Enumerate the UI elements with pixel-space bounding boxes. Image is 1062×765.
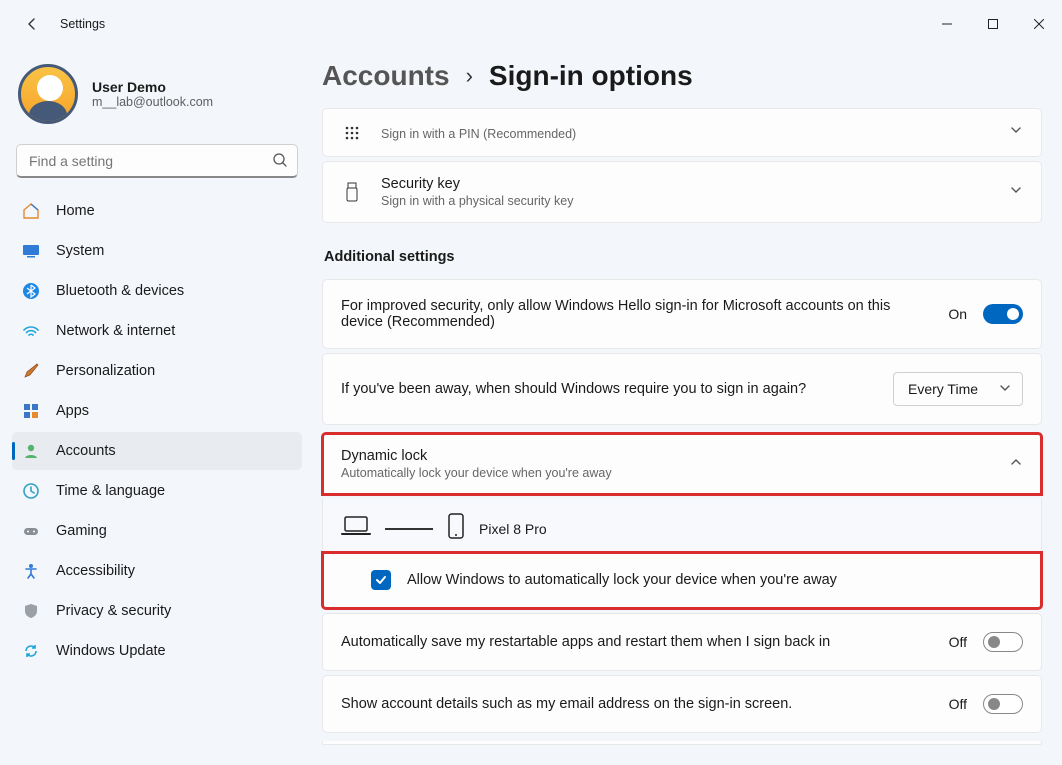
show-details-row: Show account details such as my email ad…: [322, 675, 1042, 733]
content: Accounts › Sign-in options Sign in with …: [310, 48, 1062, 765]
back-button[interactable]: [16, 8, 48, 40]
phone-icon: [447, 513, 465, 544]
dynamic-lock-checkbox-row: Allow Windows to automatically lock your…: [322, 552, 1042, 609]
signin-method-pin[interactable]: Sign in with a PIN (Recommended): [322, 108, 1042, 157]
page-title: Sign-in options: [489, 60, 693, 92]
nav-label: Network & internet: [56, 323, 175, 339]
hello-only-toggle[interactable]: [983, 304, 1023, 324]
bluetooth-icon: [22, 282, 40, 300]
hello-only-label: For improved security, only allow Window…: [341, 298, 932, 330]
nav-label: System: [56, 243, 104, 259]
nav-label: Home: [56, 203, 95, 219]
nav-home[interactable]: Home: [12, 192, 302, 230]
security-key-sub: Sign in with a physical security key: [381, 194, 991, 208]
nav-network[interactable]: Network & internet: [12, 312, 302, 350]
nav: Home System Bluetooth & devices Network …: [12, 192, 302, 670]
nav-privacy[interactable]: Privacy & security: [12, 592, 302, 630]
nav-update[interactable]: Windows Update: [12, 632, 302, 670]
dynamic-lock-body: Pixel 8 Pro: [322, 499, 1042, 552]
chevron-right-icon: ›: [466, 63, 473, 89]
nav-time[interactable]: Time & language: [12, 472, 302, 510]
nav-label: Privacy & security: [56, 603, 171, 619]
minimize-button[interactable]: [924, 0, 970, 48]
nav-label: Bluetooth & devices: [56, 283, 184, 299]
window-title: Settings: [60, 17, 105, 31]
show-details-toggle[interactable]: [983, 694, 1023, 714]
home-icon: [22, 202, 40, 220]
nav-accessibility[interactable]: Accessibility: [12, 552, 302, 590]
show-details-label: Show account details such as my email ad…: [341, 696, 933, 712]
dynamic-lock-checkbox-label: Allow Windows to automatically lock your…: [407, 572, 837, 588]
titlebar: Settings: [0, 0, 1062, 48]
close-button[interactable]: [1016, 0, 1062, 48]
paired-device-name: Pixel 8 Pro: [479, 521, 547, 537]
chevron-down-icon: [998, 381, 1012, 398]
require-signin-row: If you've been away, when should Windows…: [322, 353, 1042, 425]
usb-key-icon: [341, 181, 363, 203]
chevron-down-icon: [1009, 183, 1023, 202]
system-icon: [22, 242, 40, 260]
chevron-up-icon: [1009, 455, 1023, 474]
nav-label: Accounts: [56, 443, 116, 459]
user-email: m__lab@outlook.com: [92, 95, 213, 109]
nav-gaming[interactable]: Gaming: [12, 512, 302, 550]
gamepad-icon: [22, 522, 40, 540]
hello-only-row: For improved security, only allow Window…: [322, 279, 1042, 349]
pin-sub: Sign in with a PIN (Recommended): [381, 127, 991, 141]
dynamic-lock-header[interactable]: Dynamic lock Automatically lock your dev…: [322, 433, 1042, 495]
breadcrumb: Accounts › Sign-in options: [322, 60, 1042, 92]
sidebar: User Demo m__lab@outlook.com Home System…: [0, 48, 310, 765]
search-icon: [272, 152, 288, 173]
update-icon: [22, 642, 40, 660]
clock-icon: [22, 482, 40, 500]
next-row-peek: [322, 741, 1042, 745]
show-details-state: Off: [949, 696, 967, 712]
nav-label: Windows Update: [56, 643, 166, 659]
maximize-button[interactable]: [970, 0, 1016, 48]
nav-system[interactable]: System: [12, 232, 302, 270]
laptop-icon: [341, 515, 371, 542]
restart-apps-toggle[interactable]: [983, 632, 1023, 652]
link-line: [385, 528, 433, 530]
nav-accounts[interactable]: Accounts: [12, 432, 302, 470]
restart-apps-row: Automatically save my restartable apps a…: [322, 613, 1042, 671]
hello-only-state: On: [948, 306, 967, 322]
nav-label: Apps: [56, 403, 89, 419]
chevron-down-icon: [1009, 123, 1023, 142]
require-signin-select[interactable]: Every Time: [893, 372, 1023, 406]
nav-label: Accessibility: [56, 563, 135, 579]
nav-label: Time & language: [56, 483, 165, 499]
user-block[interactable]: User Demo m__lab@outlook.com: [12, 52, 302, 142]
additional-settings-header: Additional settings: [324, 249, 1040, 265]
wifi-icon: [22, 322, 40, 340]
nav-bluetooth[interactable]: Bluetooth & devices: [12, 272, 302, 310]
dynamic-lock-checkbox[interactable]: [371, 570, 391, 590]
restart-apps-label: Automatically save my restartable apps a…: [341, 634, 933, 650]
nav-label: Personalization: [56, 363, 155, 379]
require-signin-label: If you've been away, when should Windows…: [341, 381, 877, 397]
nav-label: Gaming: [56, 523, 107, 539]
search-input[interactable]: [16, 144, 298, 178]
nav-personalization[interactable]: Personalization: [12, 352, 302, 390]
shield-icon: [22, 602, 40, 620]
signin-method-security-key[interactable]: Security key Sign in with a physical sec…: [322, 161, 1042, 223]
apps-icon: [22, 402, 40, 420]
breadcrumb-parent[interactable]: Accounts: [322, 60, 450, 92]
accounts-icon: [22, 442, 40, 460]
accessibility-icon: [22, 562, 40, 580]
nav-apps[interactable]: Apps: [12, 392, 302, 430]
dynamic-lock-title: Dynamic lock: [341, 448, 991, 464]
brush-icon: [22, 362, 40, 380]
user-name: User Demo: [92, 79, 213, 95]
pin-icon: [341, 124, 363, 142]
dynamic-lock-sub: Automatically lock your device when you'…: [341, 466, 991, 480]
require-signin-value: Every Time: [908, 381, 978, 397]
restart-apps-state: Off: [949, 634, 967, 650]
security-key-title: Security key: [381, 176, 991, 192]
avatar: [18, 64, 78, 124]
